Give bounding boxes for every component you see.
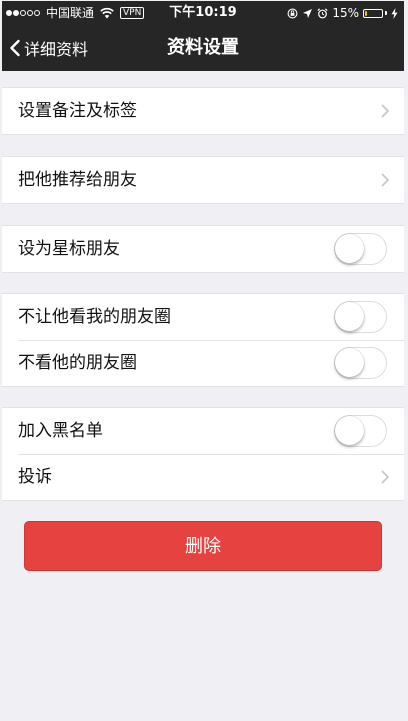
row-hide-his-moments: 不看他的朋友圈 — [2, 340, 404, 386]
row-hide-my-moments: 不让他看我的朋友圈 — [2, 294, 404, 340]
settings-group-remark: 设置备注及标签 — [2, 87, 404, 135]
location-arrow-icon — [303, 8, 313, 18]
phone-screen: 中国联通 VPN 下午10:19 15% 详细资料 资料设置 设置备注及标签 把… — [2, 1, 404, 719]
row-label: 不让他看我的朋友圈 — [18, 307, 171, 327]
chevron-right-icon — [381, 173, 389, 187]
back-button[interactable]: 详细资料 — [8, 25, 88, 71]
row-label: 加入黑名单 — [18, 421, 103, 441]
hide-his-moments-toggle[interactable] — [334, 347, 387, 379]
navigation-bar: 详细资料 资料设置 — [2, 25, 404, 71]
chevron-left-icon — [10, 39, 20, 57]
status-bar: 中国联通 VPN 下午10:19 15% — [2, 1, 404, 25]
chevron-right-icon — [381, 104, 389, 118]
row-label: 设置备注及标签 — [18, 101, 137, 121]
hide-my-moments-toggle[interactable] — [334, 301, 387, 333]
delete-button[interactable]: 删除 — [24, 521, 382, 571]
row-label: 投诉 — [18, 467, 52, 487]
row-report[interactable]: 投诉 — [2, 454, 404, 500]
settings-group-star: 设为星标朋友 — [2, 225, 404, 273]
battery-percent: 15% — [332, 6, 359, 20]
star-friend-toggle[interactable] — [334, 233, 387, 265]
blacklist-toggle[interactable] — [334, 415, 387, 447]
row-label: 不看他的朋友圈 — [18, 353, 137, 373]
battery-icon — [363, 8, 387, 18]
row-star-friend: 设为星标朋友 — [2, 226, 404, 272]
toggle-knob — [335, 348, 364, 377]
charging-bolt-icon — [391, 7, 398, 19]
rotation-lock-icon — [287, 8, 298, 18]
row-add-to-blacklist: 加入黑名单 — [2, 408, 404, 454]
row-label: 设为星标朋友 — [18, 239, 120, 259]
row-set-remark-and-tags[interactable]: 设置备注及标签 — [2, 88, 404, 134]
row-recommend-to-friend[interactable]: 把他推荐给朋友 — [2, 157, 404, 203]
battery-fill — [365, 10, 367, 16]
toggle-knob — [335, 234, 364, 263]
toggle-knob — [335, 416, 364, 445]
chevron-right-icon — [381, 470, 389, 484]
toggle-knob — [335, 302, 364, 331]
row-label: 把他推荐给朋友 — [18, 170, 137, 190]
settings-group-moments: 不让他看我的朋友圈 不看他的朋友圈 — [2, 293, 404, 387]
settings-group-block: 加入黑名单 投诉 — [2, 407, 404, 501]
settings-group-recommend: 把他推荐给朋友 — [2, 156, 404, 204]
back-label: 详细资料 — [24, 40, 89, 59]
status-right: 15% — [287, 1, 398, 25]
alarm-clock-icon — [317, 7, 328, 18]
